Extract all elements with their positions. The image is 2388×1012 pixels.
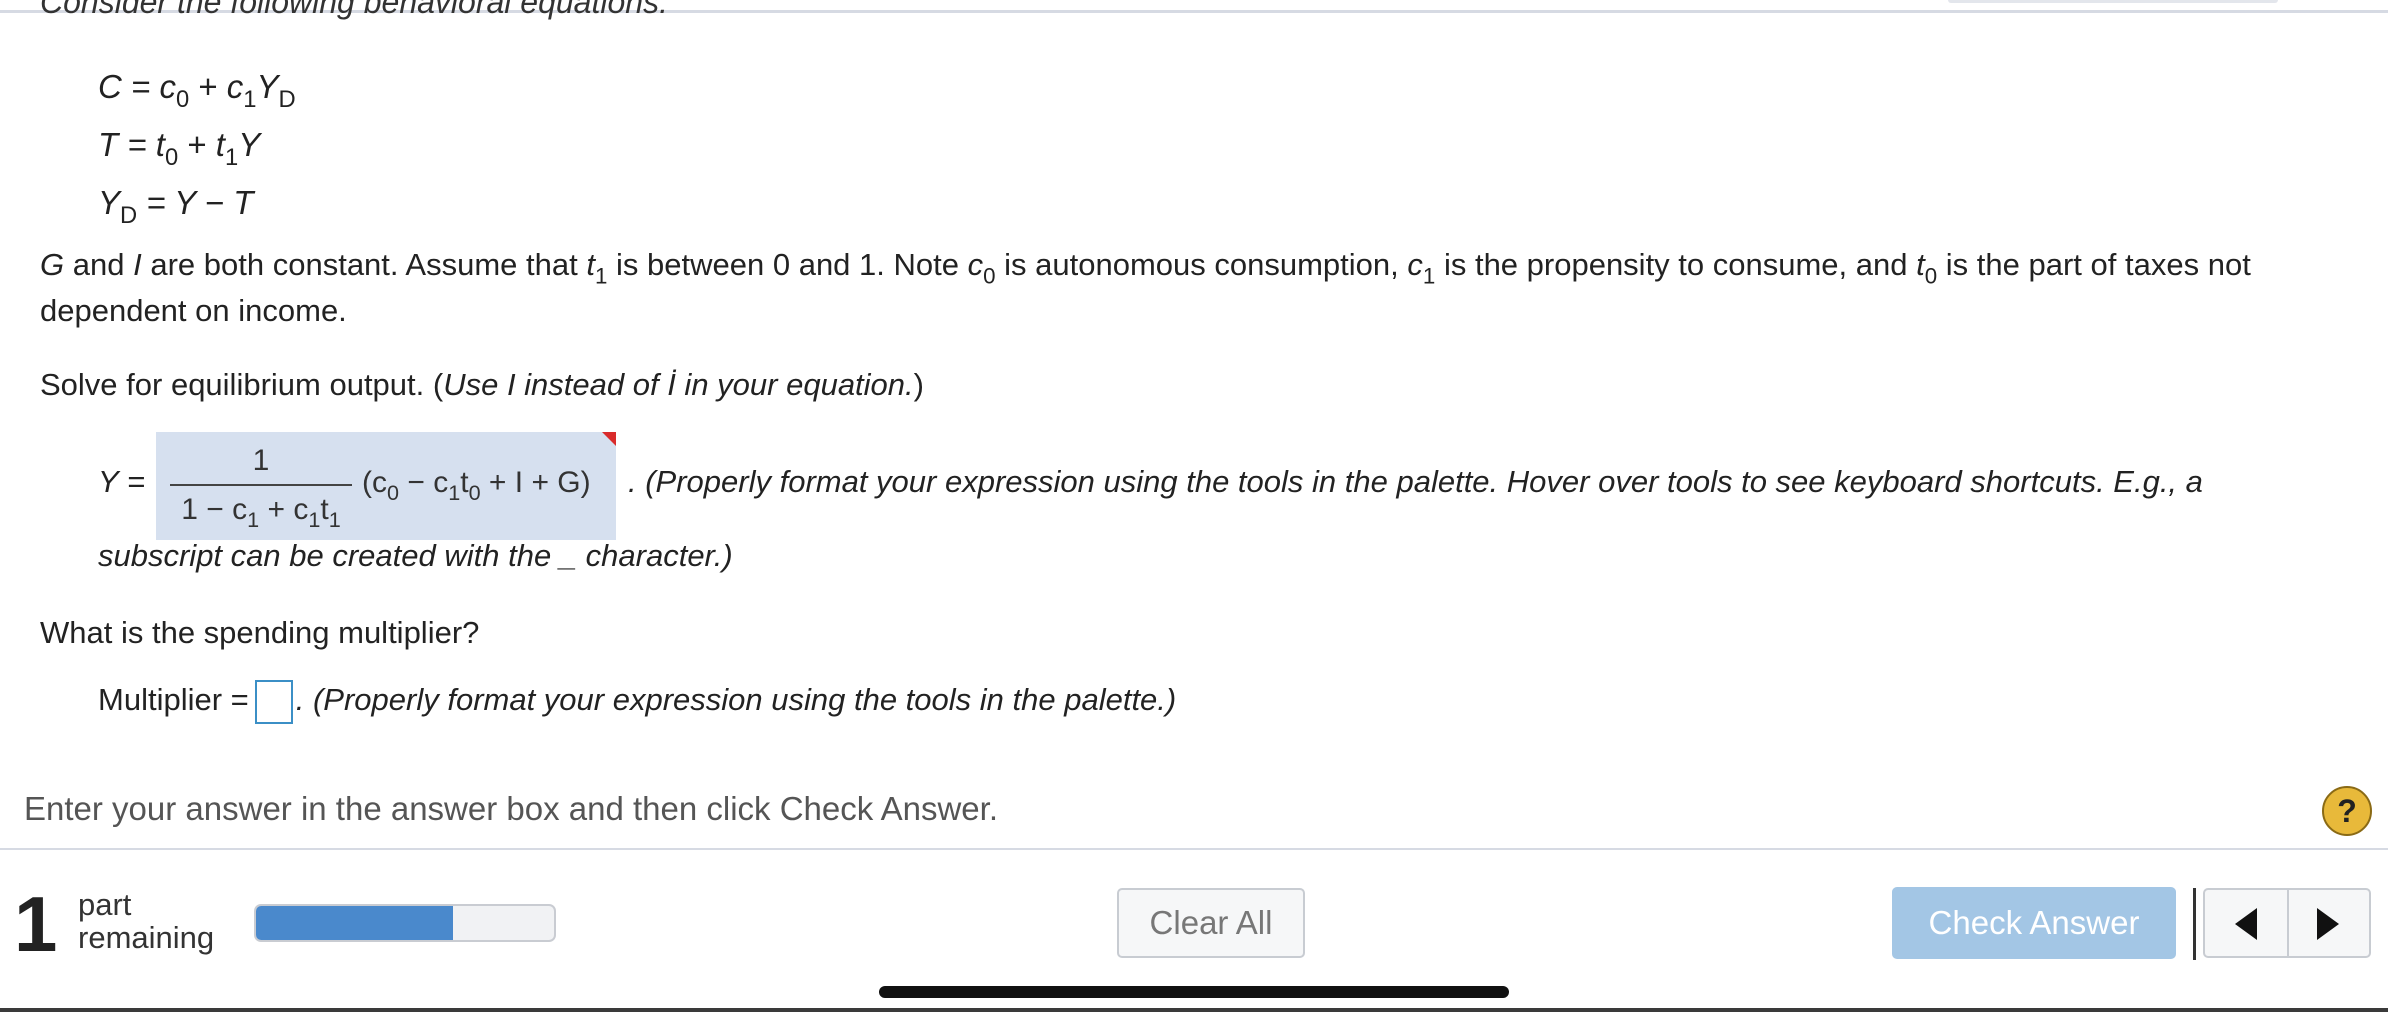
parts-remaining-label: part remaining: [78, 887, 215, 955]
multiplier-input[interactable]: [254, 680, 293, 724]
answer-instruction: Enter your answer in the answer box and …: [24, 790, 998, 827]
parts-remaining-count: 1: [14, 880, 58, 968]
progress-fill: [256, 906, 453, 940]
equation-taxes: T = t0 + t1Y: [98, 126, 261, 172]
toolbar-divider: [2193, 888, 2196, 960]
triangle-right-icon: [2317, 908, 2339, 940]
question-nav: [2203, 888, 2371, 958]
top-field-edge: [1948, 0, 2278, 3]
assumption-text: G and I are both constant. Assume that t…: [40, 247, 2251, 328]
progress-bar: [254, 904, 556, 942]
format-note-line1: . (Properly format your expression using…: [628, 464, 2203, 499]
multiplier-row: Multiplier = . (Properly format your expr…: [98, 680, 1176, 724]
answer-parenthetical: (c0 − c1t0 + I + G): [362, 466, 591, 506]
format-note-line2: subscript can be created with the _ char…: [98, 538, 733, 573]
fraction-numerator: 1: [252, 444, 270, 477]
incorrect-flag-icon: [602, 432, 616, 446]
answer-fraction: 1 1 − c1 + c1t1: [170, 440, 352, 532]
part1-prompt: Solve for equilibrium output. (Use I ins…: [40, 367, 924, 402]
multiplier-label: Multiplier =: [98, 682, 249, 718]
equilibrium-answer-box[interactable]: 1 1 − c1 + c1t1 (c0 − c1t0 + I + G): [156, 432, 616, 540]
check-answer-button[interactable]: Check Answer: [1892, 887, 2176, 959]
clear-all-button[interactable]: Clear All: [1117, 888, 1305, 958]
equilibrium-answer-row: Y = 1 1 − c1 + c1t1 (c0 − c1t0 + I + G) …: [98, 430, 2358, 573]
fraction-denominator: 1 − c1 + c1t1: [181, 493, 341, 533]
triangle-left-icon: [2235, 908, 2257, 940]
equation-consumption: C = c0 + c1YD: [98, 68, 296, 114]
equilibrium-lhs: Y =: [98, 464, 146, 499]
next-question-button[interactable]: [2289, 890, 2369, 956]
bottom-edge: [0, 1008, 2388, 1012]
part2-prompt: What is the spending multiplier?: [40, 615, 480, 650]
question-mark-icon[interactable]: ?: [2322, 786, 2372, 836]
question-intro-cut: Consider the following behavioral equati…: [40, 0, 668, 20]
home-indicator: [879, 986, 1509, 998]
equation-disposable-income: YD = Y − T: [98, 184, 254, 230]
fraction-bar: [170, 484, 352, 486]
footer-divider: [0, 848, 2388, 850]
previous-question-button[interactable]: [2205, 890, 2287, 956]
multiplier-note: . (Properly format your expression using…: [295, 682, 1177, 718]
